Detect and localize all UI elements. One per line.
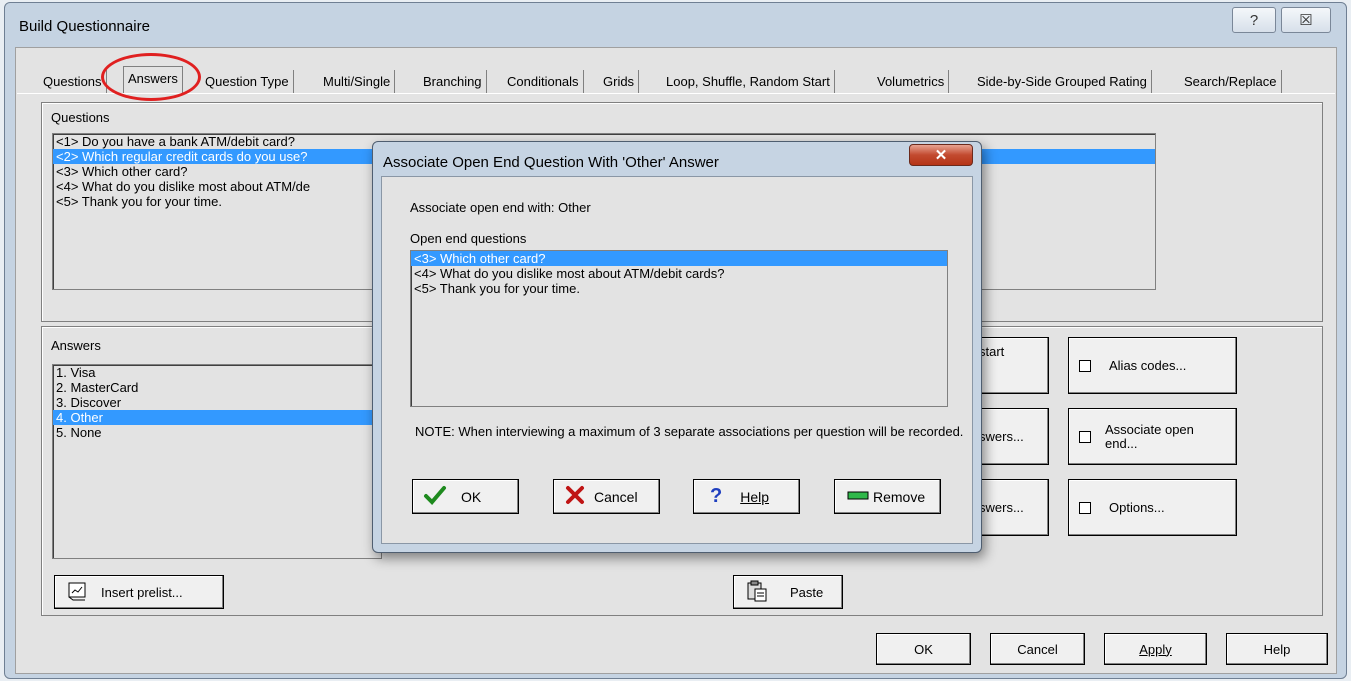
x-icon bbox=[564, 484, 586, 509]
prelist-icon bbox=[67, 581, 87, 604]
apply-button[interactable]: Apply bbox=[1104, 633, 1207, 665]
tab-branching[interactable]: Branching bbox=[419, 70, 487, 93]
help-title-button[interactable]: ? bbox=[1232, 7, 1276, 33]
dialog-note: NOTE: When interviewing a maximum of 3 s… bbox=[415, 424, 964, 439]
list-item[interactable]: 5. None bbox=[53, 425, 381, 440]
help-button[interactable]: Help bbox=[1226, 633, 1328, 665]
tab-divider bbox=[17, 93, 1335, 94]
apply-label: Apply bbox=[1139, 641, 1172, 657]
options-checkbox[interactable] bbox=[1079, 501, 1091, 514]
dialog-client-area: Associate open end with: Other Open end … bbox=[381, 176, 973, 544]
alias-codes-checkbox[interactable] bbox=[1079, 359, 1091, 372]
open-end-questions-list[interactable]: <3> Which other card? <4> What do you di… bbox=[410, 250, 948, 407]
tab-question-type[interactable]: Question Type bbox=[201, 70, 294, 93]
associate-open-end-dialog: Associate Open End Question With 'Other'… bbox=[372, 141, 982, 553]
answers-label: Answers bbox=[51, 338, 101, 353]
dialog-remove-button[interactable]: Remove bbox=[834, 479, 941, 514]
dialog-close-button[interactable]: ✕ bbox=[909, 144, 973, 166]
paste-label: Paste bbox=[790, 584, 824, 600]
dialog-cancel-button[interactable]: Cancel bbox=[553, 479, 660, 514]
insert-prelist-label: Insert prelist... bbox=[101, 584, 183, 600]
random-start-label: start bbox=[979, 344, 1005, 359]
list-item[interactable]: 3. Discover bbox=[53, 395, 381, 410]
options-button[interactable]: Options... bbox=[1068, 479, 1237, 536]
checkmark-icon bbox=[423, 484, 447, 509]
answers-button-2-label: swers... bbox=[979, 500, 1024, 515]
associate-open-end-button[interactable]: Associate open end... bbox=[1068, 408, 1237, 465]
associate-open-end-label: Associate open end... bbox=[1105, 421, 1194, 451]
ok-button[interactable]: OK bbox=[876, 633, 971, 665]
tab-search-replace[interactable]: Search/Replace bbox=[1180, 70, 1282, 93]
annotation-circle bbox=[101, 53, 201, 101]
tab-side-by-side[interactable]: Side-by-Side Grouped Rating bbox=[973, 70, 1152, 93]
tab-loop-shuffle[interactable]: Loop, Shuffle, Random Start bbox=[662, 70, 835, 93]
list-item[interactable]: 1. Visa bbox=[53, 365, 381, 380]
open-end-questions-label: Open end questions bbox=[410, 231, 527, 246]
list-item[interactable]: 2. MasterCard bbox=[53, 380, 381, 395]
list-item[interactable]: <4> What do you dislike most about ATM/d… bbox=[411, 266, 947, 281]
list-item[interactable]: 4. Other bbox=[53, 410, 381, 425]
associate-text: Associate open end with: Other bbox=[410, 200, 591, 215]
close-title-button[interactable]: ☒ bbox=[1281, 7, 1331, 33]
tab-grids[interactable]: Grids bbox=[599, 70, 640, 93]
tab-questions[interactable]: Questions bbox=[39, 70, 107, 93]
questions-label: Questions bbox=[51, 110, 110, 125]
options-label: Options... bbox=[1109, 500, 1165, 515]
dialog-cancel-label: Cancel bbox=[594, 488, 638, 505]
list-item[interactable]: <3> Which other card? bbox=[411, 251, 947, 266]
dialog-remove-label: Remove bbox=[873, 488, 926, 505]
window-title: Build Questionnaire bbox=[19, 18, 150, 35]
paste-button[interactable]: Paste bbox=[733, 575, 843, 609]
question-icon: ? bbox=[710, 485, 723, 507]
list-item[interactable]: <5> Thank you for your time. bbox=[411, 281, 947, 296]
dialog-ok-label: OK bbox=[461, 488, 482, 505]
tab-multi-single[interactable]: Multi/Single bbox=[319, 70, 396, 93]
dialog-ok-button[interactable]: OK bbox=[412, 479, 519, 514]
dialog-help-button[interactable]: ? Help bbox=[693, 479, 800, 514]
tab-conditionals[interactable]: Conditionals bbox=[503, 70, 584, 93]
cancel-button[interactable]: Cancel bbox=[990, 633, 1085, 665]
alias-codes-button[interactable]: Alias codes... bbox=[1068, 337, 1237, 394]
paste-icon bbox=[746, 580, 768, 605]
close-icon: ✕ bbox=[934, 147, 948, 164]
tab-volumetrics[interactable]: Volumetrics bbox=[873, 70, 950, 93]
answers-list[interactable]: 1. Visa 2. MasterCard 3. Discover 4. Oth… bbox=[52, 364, 382, 559]
insert-prelist-button[interactable]: Insert prelist... bbox=[54, 575, 224, 609]
dialog-help-label: Help bbox=[740, 488, 770, 505]
answers-button-1-label: swers... bbox=[979, 429, 1024, 444]
associate-open-end-checkbox[interactable] bbox=[1079, 430, 1091, 443]
minus-icon bbox=[847, 489, 869, 505]
dialog-title: Associate Open End Question With 'Other'… bbox=[383, 154, 719, 171]
alias-codes-label: Alias codes... bbox=[1109, 358, 1187, 373]
